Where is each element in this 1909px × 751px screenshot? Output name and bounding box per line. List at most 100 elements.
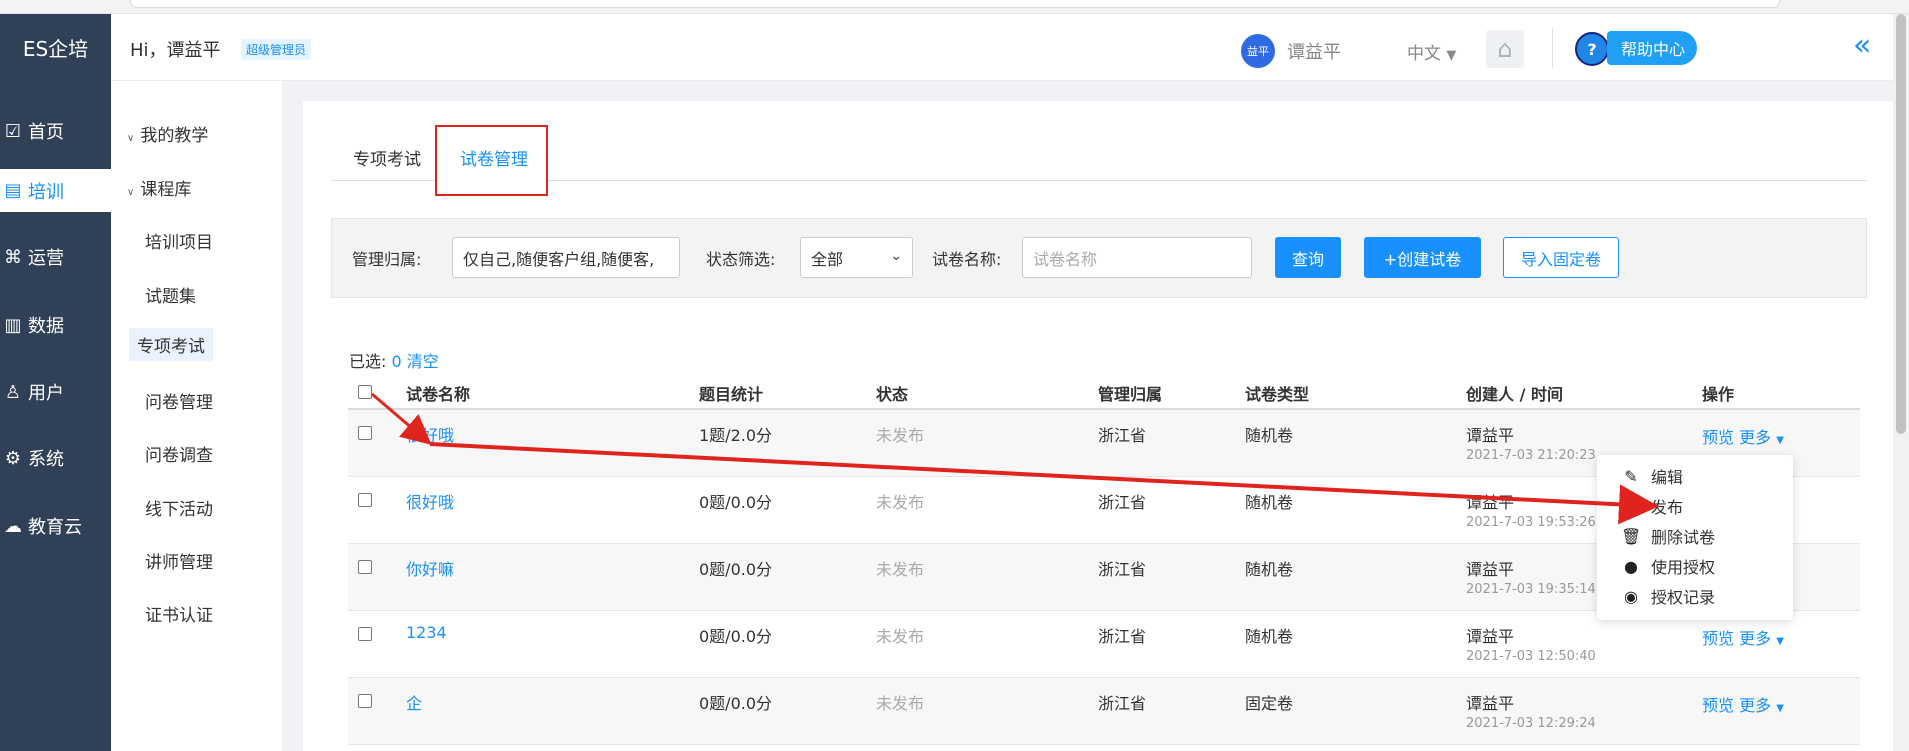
row-checkbox[interactable]	[358, 694, 372, 708]
question-stats: 0题/0.0分	[699, 493, 773, 512]
question-stats: 1题/2.0分	[699, 426, 773, 445]
dropdown-item-authorization-record[interactable]: ◉ 授权记录	[1621, 584, 1715, 608]
home-button[interactable]: ⌂	[1486, 30, 1524, 68]
scrollbar-thumb[interactable]	[1896, 14, 1906, 434]
select-all-checkbox[interactable]	[358, 385, 372, 399]
preview-link[interactable]: 预览	[1702, 696, 1734, 715]
collapse-sidebar-icon[interactable]: «	[1853, 28, 1871, 63]
greeting: Hi，谭益平	[130, 40, 221, 61]
help-center-button[interactable]: 帮助中心	[1607, 31, 1698, 65]
page-scrollbar[interactable]	[1893, 14, 1909, 751]
more-menu-toggle[interactable]: 更多	[1739, 696, 1771, 715]
app-logo: ES企培	[22, 37, 89, 61]
help-question-icon[interactable]: ?	[1575, 32, 1609, 66]
created-time: 2021-7-03 21:20:23	[1466, 448, 1596, 463]
submenu-item-certificate[interactable]: 证书认证	[137, 597, 221, 630]
bars-icon: ▥	[4, 314, 22, 336]
table-header: 试卷名称 题目统计 状态 管理归属 试卷类型 创建人 / 时间 操作	[348, 373, 1860, 410]
dropdown-item-label: 编辑	[1651, 468, 1684, 487]
tab-special-exam[interactable]: 专项考试	[353, 145, 421, 170]
sidebar-item-system[interactable]: ⚙ 系统	[0, 438, 111, 478]
paper-name-link[interactable]: 你好嘛	[406, 556, 454, 580]
paper-name-link[interactable]: 很好哦	[406, 422, 454, 446]
caret-down-icon: ▼	[1446, 48, 1457, 63]
submenu-item-survey[interactable]: 问卷调查	[137, 437, 221, 470]
dropdown-item-label: 使用授权	[1651, 558, 1716, 577]
sidebar-item-home[interactable]: ☑ 首页	[0, 111, 111, 151]
column-header: 试卷类型	[1245, 385, 1310, 404]
owner-text: 浙江省	[1098, 694, 1147, 713]
sidebar-item-edu-cloud[interactable]: ☁ 教育云	[0, 506, 111, 546]
submenu-item-special-exam[interactable]: 专项考试	[129, 328, 213, 361]
username[interactable]: 谭益平	[1287, 38, 1341, 64]
header-divider	[1552, 28, 1553, 68]
cloud-icon: ☁	[4, 515, 22, 537]
paper-name-input[interactable]: 试卷名称	[1022, 237, 1252, 278]
import-fixed-paper-button[interactable]: 导入固定卷	[1503, 237, 1619, 278]
submenu-item-training-project[interactable]: 培训项目	[137, 224, 221, 257]
paper-type: 固定卷	[1245, 694, 1294, 713]
dropdown-item-publish[interactable]: ⊘ 发布	[1621, 494, 1683, 518]
status-label: 状态筛选:	[706, 250, 776, 269]
sidebar-item-label: 首页	[28, 122, 64, 143]
submenu-item-survey-management[interactable]: 问卷管理	[137, 384, 221, 417]
row-checkbox[interactable]	[358, 627, 372, 641]
avatar[interactable]: 益平	[1241, 34, 1275, 68]
sidebar-item-data[interactable]: ▥ 数据	[0, 305, 111, 345]
row-checkbox[interactable]	[358, 560, 372, 574]
top-header: Hi，谭益平 超级管理员 益平 谭益平 中文 ▼ ⌂ ? 帮助中心 «	[111, 14, 1909, 81]
main-content: 专项考试 试卷管理 管理归属: 仅自己,随便客户组,随便客, 状态筛选: 全部 ⌄…	[303, 101, 1903, 751]
submenu-item-instructor-management[interactable]: 讲师管理	[137, 544, 221, 577]
sidebar-item-training[interactable]: ▤ 培训	[0, 169, 111, 212]
preview-link[interactable]: 预览	[1702, 428, 1734, 447]
create-paper-button[interactable]: +创建试卷	[1364, 237, 1481, 278]
dropdown-item-label: 发布	[1651, 498, 1684, 517]
table-row: 1234 0题/0.0分 未发布 浙江省 随机卷 谭益平 2021-7-03 1…	[348, 611, 1860, 678]
creator-name: 谭益平	[1466, 627, 1515, 646]
dropdown-item-use-authorization[interactable]: ● 使用授权	[1621, 554, 1715, 578]
user-icon: ♙	[4, 381, 22, 403]
submenu-group-course-library[interactable]: ∨ 课程库	[127, 175, 191, 200]
question-stats: 0题/0.0分	[699, 560, 773, 579]
clear-selection-link[interactable]: 清空	[407, 352, 439, 371]
paper-name-link[interactable]: 很好哦	[406, 489, 454, 513]
paper-name-label: 试卷名称:	[932, 250, 1002, 269]
creator-name: 谭益平	[1466, 694, 1515, 713]
creator-name: 谭益平	[1466, 426, 1515, 445]
paper-name-link[interactable]: 企	[406, 690, 422, 714]
language-select[interactable]: 中文 ▼	[1407, 39, 1456, 64]
submenu-item-offline-activity[interactable]: 线下活动	[137, 491, 221, 524]
address-bar[interactable]	[130, 0, 1780, 8]
owner-text: 浙江省	[1098, 627, 1147, 646]
caret-down-icon: ▼	[1776, 703, 1784, 714]
status-text: 未发布	[876, 426, 925, 445]
more-menu-toggle[interactable]: 更多	[1739, 629, 1771, 648]
row-checkbox[interactable]	[358, 426, 372, 440]
owner-text: 浙江省	[1098, 560, 1147, 579]
dropdown-item-delete-paper[interactable]: 🗑 删除试卷	[1621, 524, 1715, 548]
tab-paper-management[interactable]: 试卷管理	[460, 145, 528, 170]
row-checkbox[interactable]	[358, 493, 372, 507]
gear-icon: ⚙	[4, 447, 22, 469]
sidebar-item-operations[interactable]: ⌘ 运营	[0, 237, 111, 277]
paper-name-link[interactable]: 1234	[406, 623, 447, 642]
chart-icon: ☑	[4, 120, 22, 142]
more-menu-toggle[interactable]: 更多	[1739, 428, 1771, 447]
preview-link[interactable]: 预览	[1702, 629, 1734, 648]
status-select[interactable]: 全部 ⌄	[800, 237, 913, 278]
owner-field[interactable]: 仅自己,随便客户组,随便客,	[452, 237, 680, 278]
home-icon: ⌂	[1497, 35, 1513, 63]
sidebar-item-users[interactable]: ♙ 用户	[0, 372, 111, 412]
dropdown-item-label: 授权记录	[1651, 588, 1716, 607]
submenu-group-my-teaching[interactable]: ∨ 我的教学	[127, 121, 208, 146]
owner-text: 浙江省	[1098, 493, 1147, 512]
dropdown-item-edit[interactable]: ✎ 编辑	[1621, 464, 1683, 488]
query-button[interactable]: 查询	[1275, 237, 1341, 278]
selection-summary: 已选: 0 清空	[349, 348, 439, 372]
check-circle-icon: ⊘	[1624, 496, 1638, 516]
created-time: 2021-7-03 12:29:24	[1466, 716, 1596, 731]
paper-type: 随机卷	[1245, 426, 1294, 445]
edit-icon: ✎	[1624, 466, 1638, 486]
submenu-item-question-sets[interactable]: 试题集	[137, 278, 204, 311]
submenu-group-label: 课程库	[140, 180, 192, 200]
